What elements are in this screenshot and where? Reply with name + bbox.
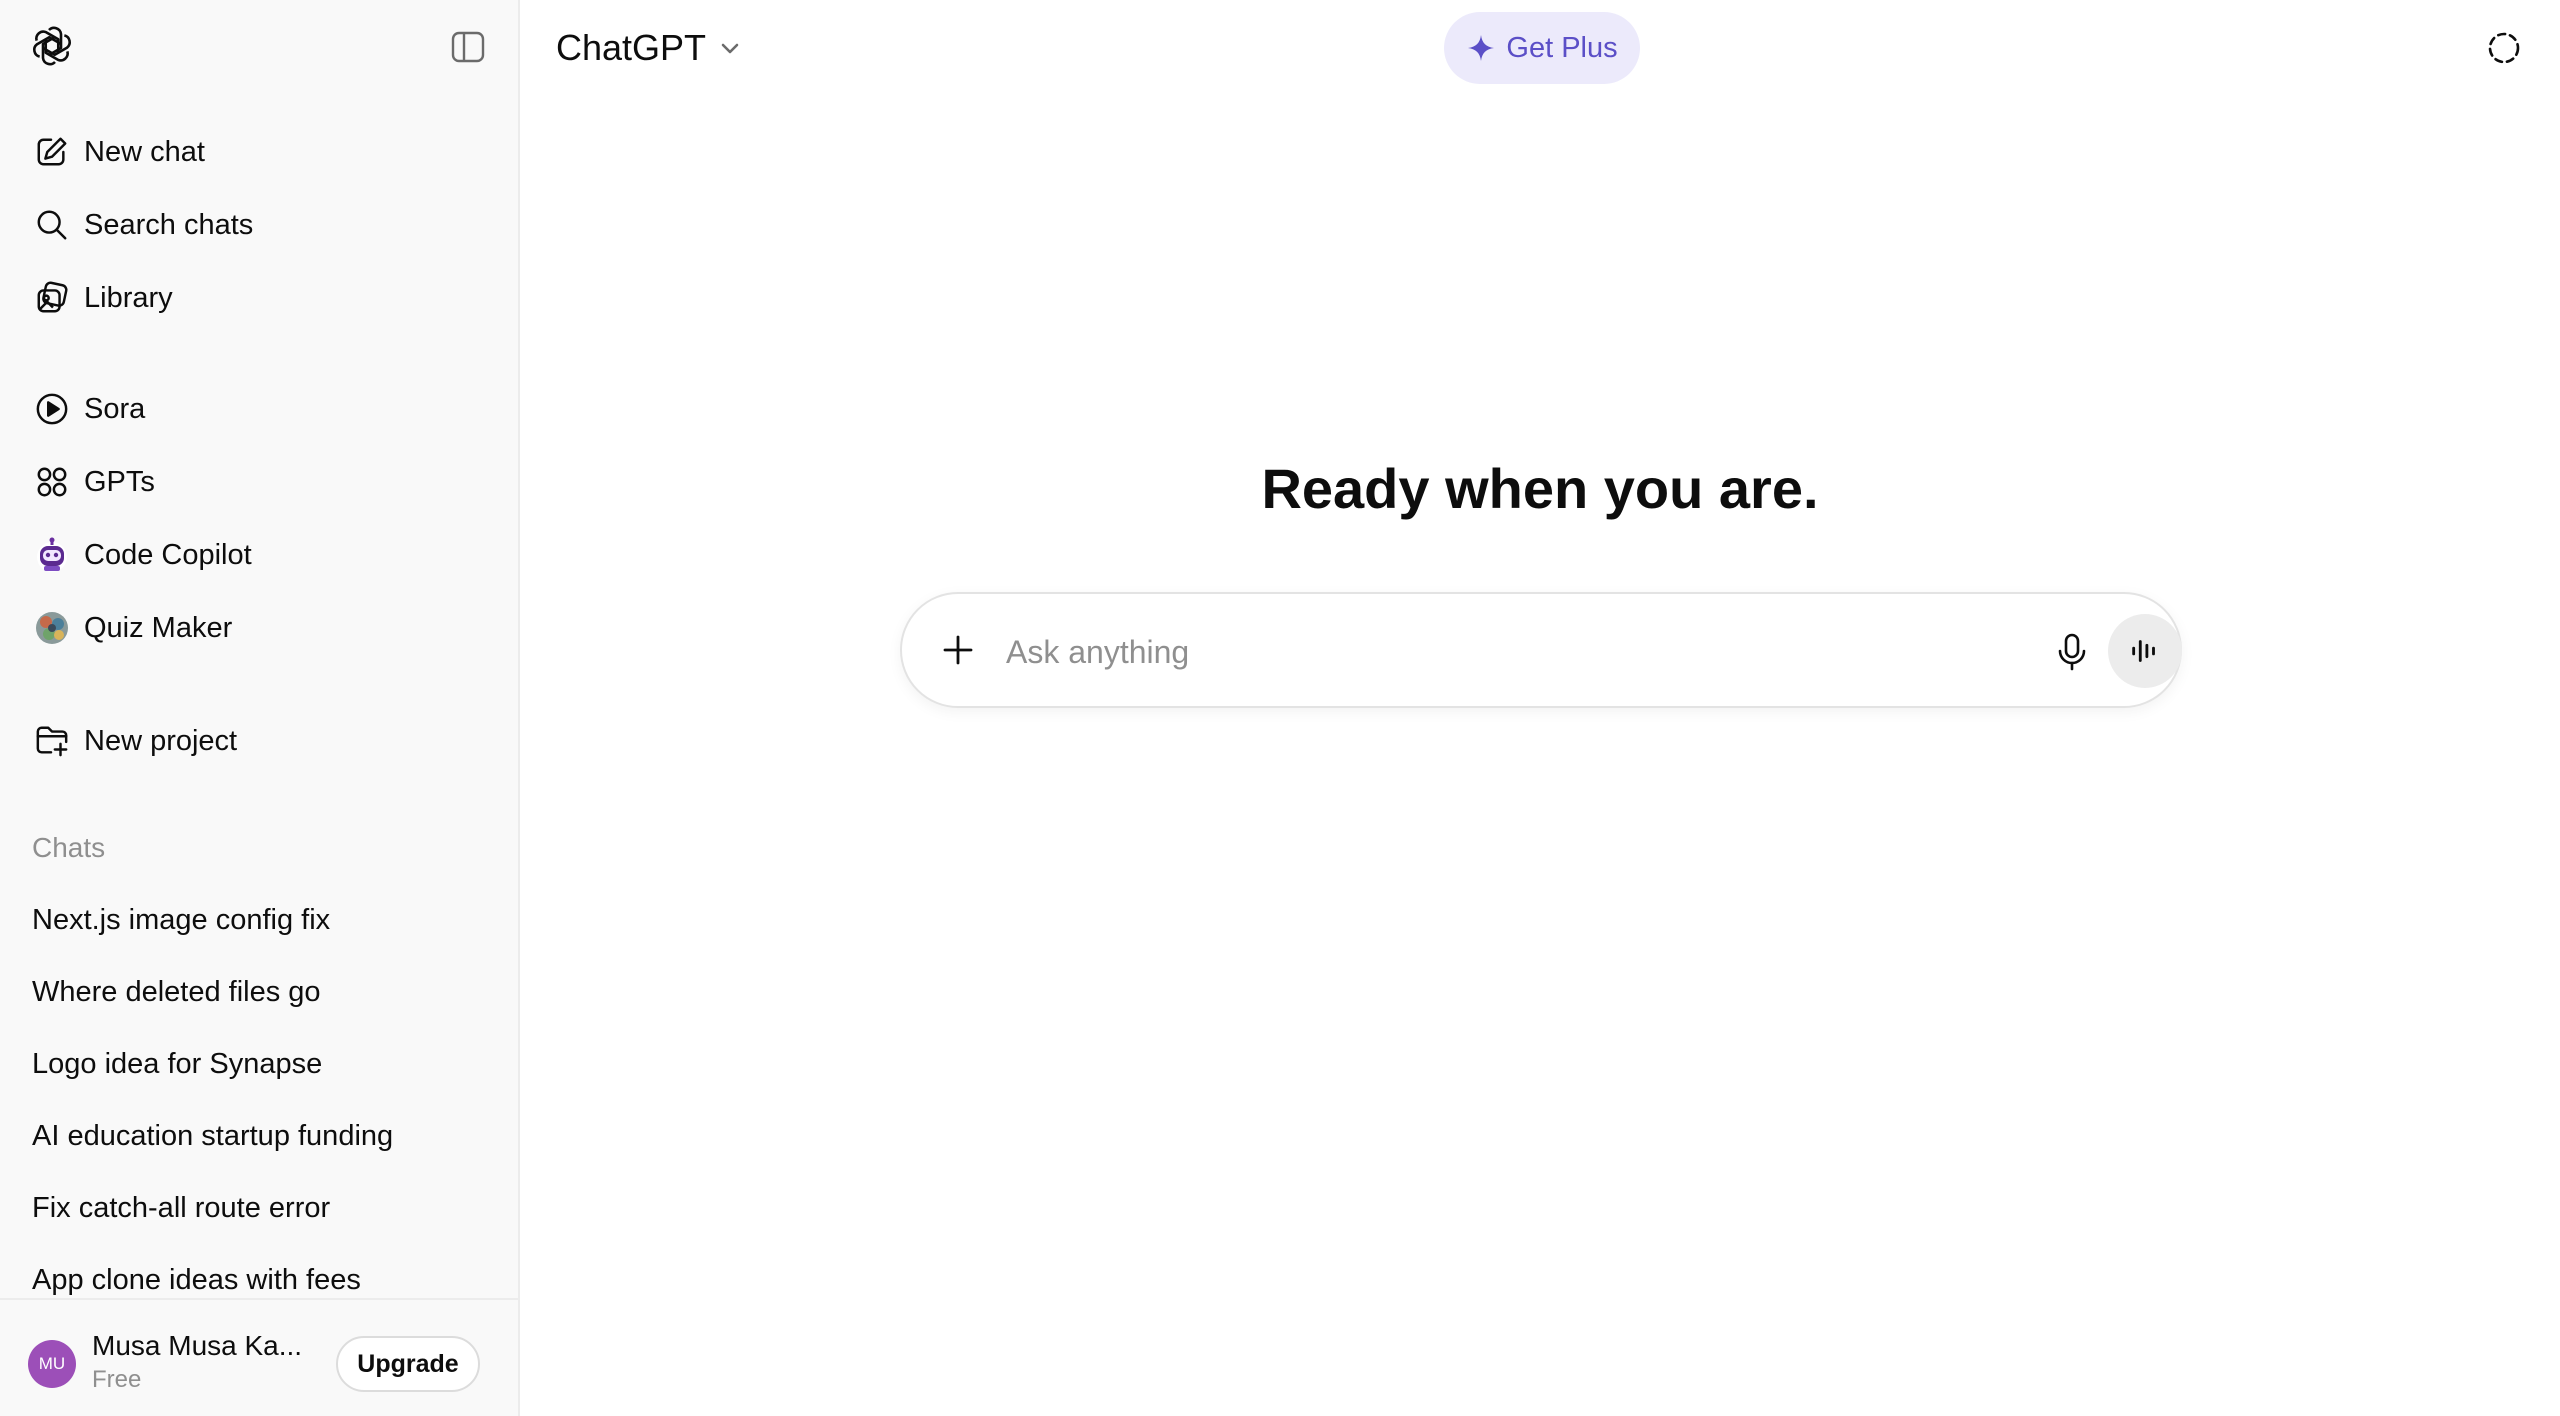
folder-plus-icon bbox=[34, 723, 70, 759]
waveform-icon bbox=[2132, 640, 2155, 662]
sparkle-icon bbox=[1466, 33, 1496, 63]
chat-history-item[interactable]: Where deleted files go bbox=[14, 960, 506, 1024]
sidebar-item-code-copilot[interactable]: Code Copilot bbox=[14, 523, 506, 587]
sidebar-item-label: Search chats bbox=[84, 208, 254, 241]
chat-history-item[interactable]: Fix catch-all route error bbox=[14, 1176, 506, 1240]
plus-icon[interactable] bbox=[940, 632, 976, 668]
sidebar-item-label: Quiz Maker bbox=[84, 611, 233, 644]
chat-history-item[interactable]: Logo idea for Synapse bbox=[14, 1032, 506, 1096]
prompt-input[interactable] bbox=[1006, 624, 1986, 680]
sidebar-item-new-project[interactable]: New project bbox=[14, 709, 506, 773]
search-icon bbox=[34, 207, 70, 243]
chevron-down-icon bbox=[718, 36, 742, 60]
upgrade-button[interactable]: Upgrade bbox=[336, 1336, 480, 1392]
chat-history-label: App clone ideas with fees bbox=[32, 1263, 361, 1296]
grid-icon bbox=[34, 464, 70, 500]
chat-history-label: Next.js image config fix bbox=[32, 903, 331, 936]
chat-history-label: AI education startup funding bbox=[32, 1119, 394, 1152]
sidebar-item-label: Code Copilot bbox=[84, 538, 252, 571]
sidebar-user-footer[interactable]: MU Musa Musa Ka... Free Upgrade bbox=[0, 1298, 518, 1416]
edit-icon bbox=[34, 134, 70, 170]
sidebar-item-label: New chat bbox=[84, 135, 205, 168]
sidebar-item-new-chat[interactable]: New chat bbox=[14, 120, 506, 184]
chat-history-label: Fix catch-all route error bbox=[32, 1191, 331, 1224]
chat-history-label: Logo idea for Synapse bbox=[32, 1047, 323, 1080]
model-name: ChatGPT bbox=[556, 27, 707, 68]
sidebar-item-label: GPTs bbox=[84, 465, 155, 498]
sidebar-item-label: Sora bbox=[84, 392, 146, 425]
voice-mode-button[interactable] bbox=[2108, 614, 2182, 688]
chat-history-item[interactable]: AI education startup funding bbox=[14, 1104, 506, 1168]
library-icon bbox=[34, 280, 70, 316]
sidebar-item-label: New project bbox=[84, 724, 238, 757]
user-plan: Free bbox=[92, 1366, 142, 1393]
sidebar: New chat Search chats Library Sora GPTs … bbox=[0, 0, 520, 1416]
chat-history-label: Where deleted files go bbox=[32, 975, 321, 1008]
user-name: Musa Musa Ka... bbox=[92, 1330, 303, 1361]
chats-section-title: Chats bbox=[32, 832, 106, 863]
model-switcher[interactable]: ChatGPT bbox=[556, 22, 742, 74]
avatar[interactable]: MU bbox=[28, 1340, 76, 1388]
openai-logo-icon[interactable] bbox=[30, 24, 74, 68]
quiz-maker-avatar-icon bbox=[34, 610, 70, 646]
sidebar-item-gpts[interactable]: GPTs bbox=[14, 450, 506, 514]
sidebar-item-library[interactable]: Library bbox=[14, 266, 506, 330]
composer bbox=[900, 592, 2182, 708]
play-circle-icon bbox=[34, 391, 70, 427]
chat-history-item[interactable]: Next.js image config fix bbox=[14, 888, 506, 952]
toggle-sidebar-icon[interactable] bbox=[450, 30, 486, 64]
page-title: Ready when you are. bbox=[1261, 457, 1819, 520]
sidebar-item-sora[interactable]: Sora bbox=[14, 377, 506, 441]
temporary-chat-icon[interactable] bbox=[2486, 30, 2522, 66]
robot-avatar-icon bbox=[34, 537, 70, 573]
get-plus-label: Get Plus bbox=[1506, 31, 1618, 64]
sidebar-item-search-chats[interactable]: Search chats bbox=[14, 193, 506, 257]
main-area: ChatGPT Get Plus Ready when you are. bbox=[520, 0, 2560, 1416]
get-plus-button[interactable]: Get Plus bbox=[1444, 12, 1640, 84]
sidebar-item-quiz-maker[interactable]: Quiz Maker bbox=[14, 596, 506, 660]
sidebar-item-label: Library bbox=[84, 281, 173, 314]
microphone-icon[interactable] bbox=[2054, 632, 2090, 672]
